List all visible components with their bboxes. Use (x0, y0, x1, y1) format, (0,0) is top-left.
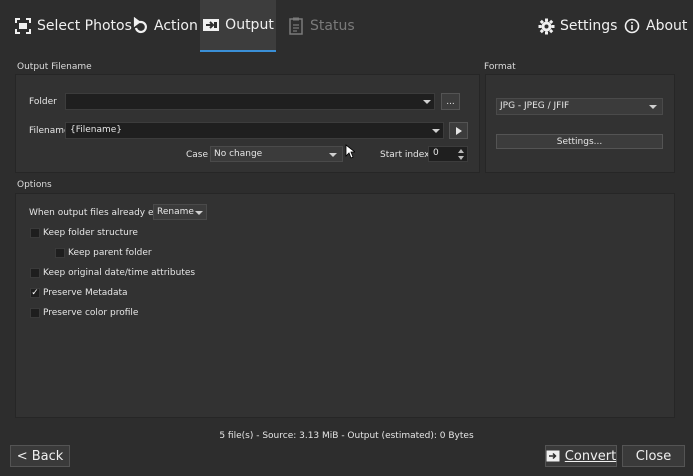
status-icon (287, 17, 305, 35)
preserve-color-profile-checkbox[interactable] (30, 308, 40, 318)
keep-date-attributes-checkbox[interactable] (30, 268, 40, 278)
spin-up-icon[interactable] (458, 149, 464, 153)
info-icon (623, 17, 641, 35)
preserve-metadata-checkbox[interactable]: ✓ (30, 288, 40, 298)
exists-select[interactable]: Rename (153, 204, 207, 220)
spin-down-icon[interactable] (458, 156, 464, 160)
exists-label: When output files already exist (29, 208, 170, 218)
close-label: Close (635, 448, 672, 464)
convert-label: Convert (564, 448, 617, 464)
status-summary: 5 file(s) - Source: 3.13 MiB - Output (e… (219, 431, 474, 441)
case-label: Case (186, 150, 209, 160)
folder-label: Folder (29, 97, 57, 107)
format-value: JPG - JPEG / JFIF (500, 101, 570, 111)
convert-button[interactable]: Convert (545, 445, 617, 467)
format-panel (485, 74, 675, 173)
case-dropdown-arrow-icon (326, 147, 340, 162)
keep-folder-structure-label[interactable]: Keep folder structure (43, 228, 138, 238)
start-index-label: Start index (380, 150, 430, 160)
keep-parent-folder-label[interactable]: Keep parent folder (68, 248, 152, 258)
case-value: No change (214, 149, 263, 159)
exists-value: Rename (157, 207, 194, 217)
tab-action[interactable]: Action (131, 0, 198, 52)
format-settings-button[interactable]: Settings... (496, 134, 663, 149)
preserve-metadata-label[interactable]: Preserve Metadata (43, 288, 128, 298)
format-settings-label: Settings... (556, 136, 603, 147)
keep-date-attributes-label[interactable]: Keep original date/time attributes (43, 268, 195, 278)
back-label: < Back (16, 448, 64, 464)
folder-browse-button[interactable]: ... (441, 93, 460, 110)
tab-action-label: Action (154, 18, 198, 34)
folder-dropdown-arrow-icon[interactable] (420, 94, 434, 109)
about-label: About (646, 18, 688, 34)
browse-label: ... (446, 96, 455, 107)
tab-status-label: Status (310, 18, 355, 34)
options-panel (15, 193, 675, 418)
output-filename-title: Output Filename (17, 62, 92, 72)
action-icon (131, 17, 149, 35)
filename-dropdown-arrow-icon[interactable] (429, 123, 443, 138)
filename-insert-button[interactable] (449, 122, 468, 139)
top-toolbar: Select Photos Action Output Status Setti… (0, 0, 693, 52)
keep-parent-folder-checkbox[interactable] (55, 248, 65, 258)
tab-status[interactable]: Status (287, 0, 355, 52)
mouse-cursor-icon (345, 144, 355, 159)
tab-select-photos-label: Select Photos (37, 18, 132, 34)
format-title: Format (484, 62, 516, 72)
preserve-color-profile-label[interactable]: Preserve color profile (43, 308, 138, 318)
filename-input[interactable]: {Filename} (65, 122, 444, 139)
checkmark-icon: ✓ (31, 288, 39, 298)
select-photos-icon (14, 17, 32, 35)
start-index-spinbox[interactable]: 0 (428, 146, 468, 162)
format-dropdown-arrow-icon (646, 99, 660, 114)
convert-icon (546, 450, 560, 462)
output-icon (202, 16, 220, 34)
close-button[interactable]: Close (622, 445, 685, 467)
exists-dropdown-arrow-icon (192, 205, 206, 220)
tab-output[interactable]: Output (200, 0, 276, 52)
tab-output-label: Output (225, 17, 274, 33)
filename-label: Filename (29, 126, 70, 136)
back-button[interactable]: < Back (10, 445, 70, 467)
settings-label: Settings (560, 18, 618, 34)
tab-select-photos[interactable]: Select Photos (14, 0, 132, 52)
filename-value: {Filename} (70, 125, 123, 135)
play-icon (455, 126, 462, 135)
about-button[interactable]: About (623, 0, 687, 52)
keep-folder-structure-checkbox[interactable] (30, 228, 40, 238)
settings-button[interactable]: Settings (537, 0, 617, 52)
folder-input[interactable] (65, 93, 435, 110)
format-select[interactable]: JPG - JPEG / JFIF (496, 98, 663, 115)
case-select[interactable]: No change (210, 146, 343, 162)
options-title: Options (17, 180, 52, 190)
gear-icon (537, 17, 555, 35)
start-index-value: 0 (433, 148, 439, 158)
